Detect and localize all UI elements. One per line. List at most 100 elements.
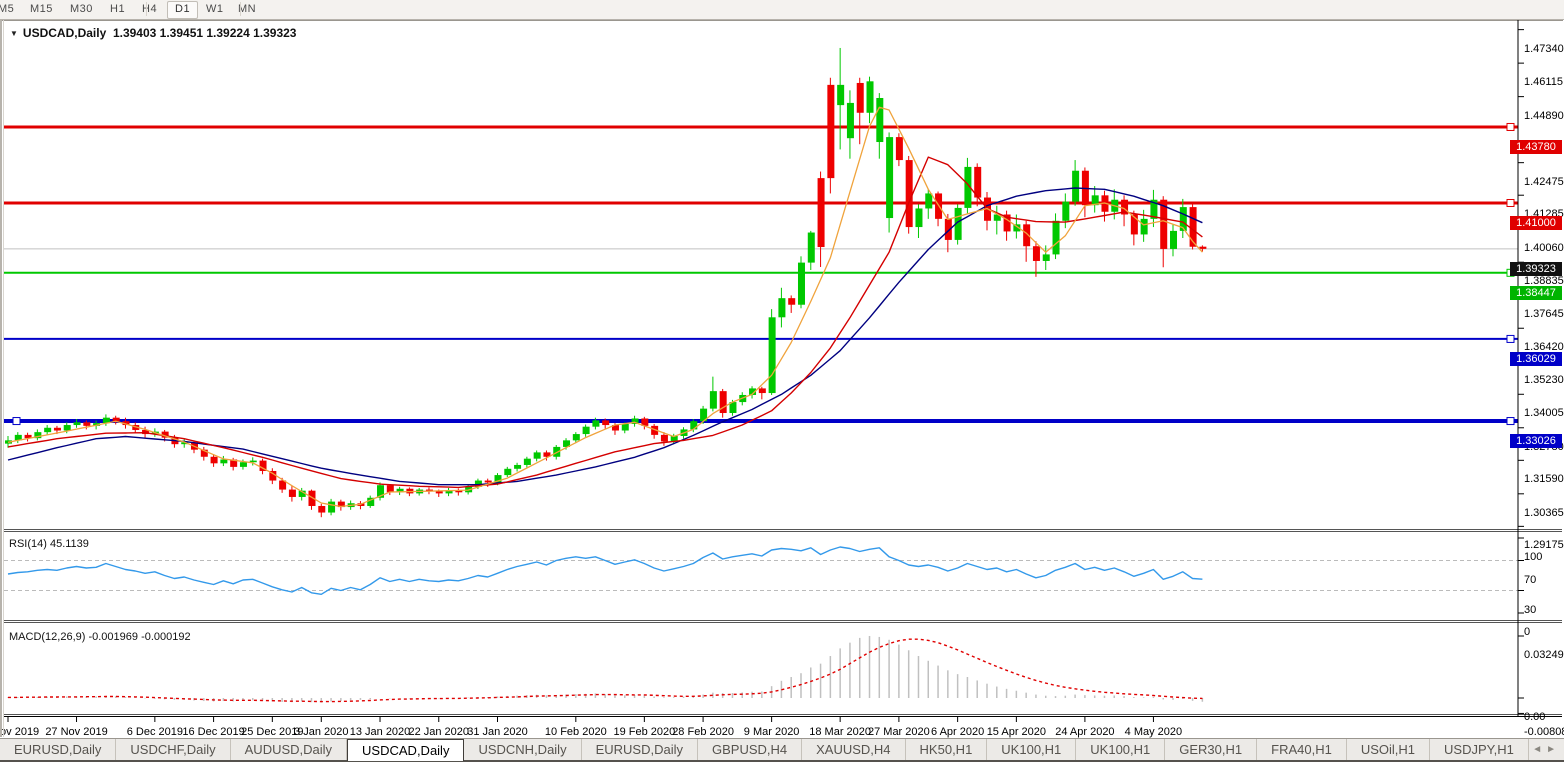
timeframe-button-d1[interactable]: D1 <box>167 1 198 19</box>
candle-bull <box>1170 231 1177 249</box>
candle-bear <box>827 85 834 178</box>
candle-bull <box>925 193 932 208</box>
date-label: 4 May 2020 <box>1113 726 1193 738</box>
tab-usdcad-daily[interactable]: USDCAD,Daily <box>347 739 464 761</box>
tab-scroll-right-icon[interactable]: ► <box>1546 744 1560 755</box>
candle-bear <box>1199 247 1206 249</box>
candle-bull <box>778 298 785 317</box>
price-tick-label: 1.34005 <box>1524 407 1564 419</box>
tab-fra40-h1[interactable]: FRA40,H1 <box>1257 739 1347 760</box>
level-anchor[interactable] <box>1507 200 1514 207</box>
tab-eurusd-daily[interactable]: EURUSD,Daily <box>0 739 116 760</box>
level-anchor[interactable] <box>1507 335 1514 342</box>
tab-usdcnh-daily[interactable]: USDCNH,Daily <box>464 739 581 760</box>
candle-bear <box>788 298 795 305</box>
timeframe-button-h1[interactable]: H1 <box>103 1 132 17</box>
candle-bull <box>524 459 531 465</box>
tab-audusd-daily[interactable]: AUDUSD,Daily <box>231 739 347 760</box>
rsi-tick-label: 30 <box>1524 604 1536 616</box>
tab-usoil-h1[interactable]: USOil,H1 <box>1347 739 1430 760</box>
price-tick-label: 1.29175 <box>1524 539 1564 551</box>
candle-bull <box>622 424 629 431</box>
timeframe-button-m30[interactable]: M30 <box>63 1 100 17</box>
candle-bear <box>906 160 913 227</box>
date-label: 27 Nov 2019 <box>37 726 117 738</box>
candle-bull <box>915 208 922 227</box>
chart-title: ▼USDCAD,Daily 1.39403 1.39451 1.39224 1.… <box>10 26 296 40</box>
candle-bear <box>387 485 394 492</box>
price-tick-label: 1.37645 <box>1524 308 1564 320</box>
tab-ger30-h1[interactable]: GER30,H1 <box>1165 739 1257 760</box>
candle-bear <box>1033 246 1040 261</box>
chart-window[interactable]: ▼USDCAD,Daily 1.39403 1.39451 1.39224 1.… <box>0 20 1564 737</box>
price-badge: 1.39323 <box>1510 262 1562 276</box>
candle-bear <box>318 506 325 513</box>
timeframe-button-m5[interactable]: M5 <box>0 1 21 17</box>
candle-bull <box>64 425 71 430</box>
candle-bull <box>1043 254 1050 261</box>
price-tick-label: 1.30365 <box>1524 507 1564 519</box>
tab-gbpusd-h4[interactable]: GBPUSD,H4 <box>698 739 802 760</box>
tab-hk50-h1[interactable]: HK50,H1 <box>906 739 988 760</box>
price-badge: 1.38447 <box>1510 286 1562 300</box>
price-badge: 1.33026 <box>1510 434 1562 448</box>
candle-bull <box>837 85 844 105</box>
candle-bull <box>220 459 227 463</box>
timeframe-button-m15[interactable]: M15 <box>23 1 60 17</box>
candle-bull <box>1053 221 1060 255</box>
macd-tick-label: -0.008086 <box>1524 726 1564 738</box>
candle-bear <box>436 491 443 493</box>
price-tick-label: 1.40060 <box>1524 242 1564 254</box>
price-tick-label: 1.46115 <box>1524 76 1563 88</box>
candle-bull <box>808 233 815 263</box>
candle-bull <box>886 137 893 218</box>
timeframe-button-w1[interactable]: W1 <box>199 1 231 17</box>
mt4-terminal: M5M15M30H1H4D1W1MN ▼USDCAD,Daily 1.39403… <box>0 0 1564 762</box>
macd-signal-line <box>8 639 1202 701</box>
candle-bull <box>798 263 805 305</box>
rsi-tick-label: 70 <box>1524 574 1536 586</box>
ma-fast-line <box>8 107 1202 506</box>
symbol-tabs: ◄► EURUSD,DailyUSDCHF,DailyAUDUSD,DailyU… <box>0 738 1564 762</box>
timeframe-toolbar: M5M15M30H1H4D1W1MN <box>0 0 1564 20</box>
candle-bear <box>896 137 903 160</box>
candle-bull <box>1072 171 1079 202</box>
tab-uk100-h1[interactable]: UK100,H1 <box>1076 739 1165 760</box>
level-anchor[interactable] <box>13 418 20 425</box>
candle-bear <box>83 422 90 426</box>
macd-label: MACD(12,26,9) -0.001969 -0.000192 <box>9 631 191 643</box>
price-badge: 1.36029 <box>1510 352 1562 366</box>
price-badge: 1.43780 <box>1510 140 1562 154</box>
rsi-label: RSI(14) 45.1139 <box>9 538 89 550</box>
candle-bull <box>534 452 541 458</box>
candle-bull <box>710 391 717 409</box>
chart-canvas[interactable] <box>0 20 1564 737</box>
candle-bear <box>1190 207 1197 247</box>
level-anchor[interactable] <box>1507 418 1514 425</box>
tab-usdjpy-h1[interactable]: USDJPY,H1 <box>1430 739 1529 760</box>
timeframe-button-mn[interactable]: MN <box>231 1 263 17</box>
price-tick-label: 1.47340 <box>1524 43 1564 55</box>
candle-bear <box>857 83 864 113</box>
chart-ohlc: 1.39403 1.39451 1.39224 1.39323 <box>113 26 297 40</box>
candle-bear <box>661 435 668 442</box>
symbol-dropdown-icon[interactable]: ▼ <box>10 29 18 38</box>
candle-bear <box>759 388 766 393</box>
toolbar-divider <box>240 2 241 16</box>
candle-bull <box>74 422 81 425</box>
candle-bull <box>583 427 590 434</box>
candle-bull <box>1141 219 1148 235</box>
candle-bull <box>867 81 874 112</box>
candle-bear <box>720 391 727 413</box>
tab-xauusd-h4[interactable]: XAUUSD,H4 <box>802 739 905 760</box>
tab-scroll-left-icon[interactable]: ◄ <box>1532 744 1546 755</box>
candle-bear <box>211 457 218 464</box>
tab-eurusd-daily[interactable]: EURUSD,Daily <box>582 739 698 760</box>
level-anchor[interactable] <box>1507 123 1514 130</box>
tab-usdchf-daily[interactable]: USDCHF,Daily <box>116 739 230 760</box>
window-frame-left <box>0 20 2 737</box>
tab-uk100-h1[interactable]: UK100,H1 <box>987 739 1076 760</box>
candle-bear <box>54 428 61 431</box>
timeframe-button-h4[interactable]: H4 <box>135 1 164 17</box>
candle-bull <box>328 502 335 513</box>
